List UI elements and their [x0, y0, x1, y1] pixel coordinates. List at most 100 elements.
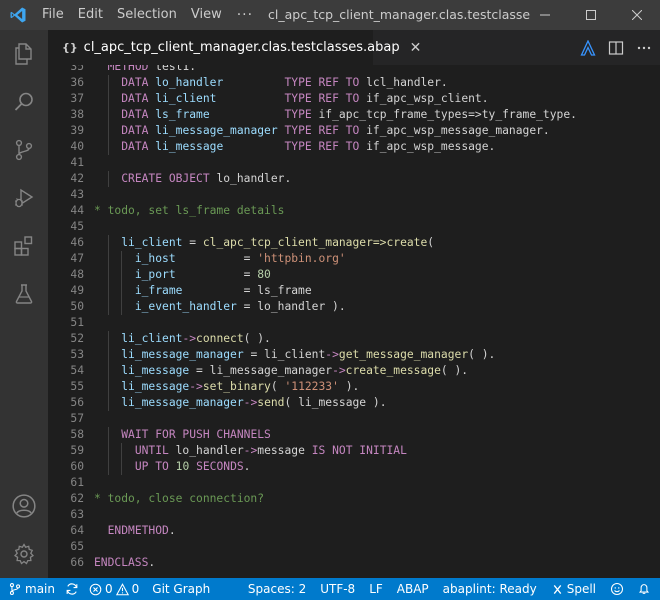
code-line[interactable]: 38 DATA ls_frame TYPE if_apc_tcp_frame_t…: [48, 107, 660, 123]
indent-guide: [107, 363, 109, 379]
line-number: 41: [70, 156, 84, 169]
code-line[interactable]: 46 li_client = cl_apc_tcp_client_manager…: [48, 235, 660, 251]
more-menu-button[interactable]: ···: [229, 0, 261, 30]
code-line[interactable]: 39 DATA li_message_manager TYPE REF TO i…: [48, 123, 660, 139]
indent-guide: [107, 251, 109, 267]
code-line[interactable]: 36 DATA lo_handler TYPE REF TO lcl_handl…: [48, 75, 660, 91]
code-line[interactable]: 59 UNTIL lo_handler->message IS NOT INIT…: [48, 443, 660, 459]
language-mode-button[interactable]: ABAP: [390, 578, 436, 600]
split-editor-icon[interactable]: [608, 40, 624, 56]
indent-guide: [121, 459, 123, 475]
code-line[interactable]: 48 i_port = 80: [48, 267, 660, 283]
line-number: 42: [70, 172, 84, 185]
menu-edit[interactable]: Edit: [71, 0, 110, 30]
code-line[interactable]: 54 li_message = li_message_manager->crea…: [48, 363, 660, 379]
code-line[interactable]: 50 i_event_handler = lo_handler ).: [48, 299, 660, 315]
notifications-button[interactable]: [631, 578, 660, 600]
code-line[interactable]: 55 li_message->set_binary( '112233' ).: [48, 379, 660, 395]
vscode-logo-icon: [0, 0, 35, 30]
tab-testclasses-file[interactable]: {} cl_apc_tcp_client_manager.clas.testcl…: [48, 30, 421, 65]
indent-guide: [107, 331, 109, 347]
run-debug-button[interactable]: [0, 174, 48, 222]
abaplint-logo-icon[interactable]: [580, 39, 596, 56]
search-button[interactable]: [0, 78, 48, 126]
line-code: * todo, set ls_frame details: [94, 204, 285, 217]
line-number: 53: [70, 348, 84, 361]
problems-indicator[interactable]: 0 0: [84, 578, 144, 600]
feedback-button[interactable]: [603, 578, 631, 600]
code-line[interactable]: 43: [48, 187, 660, 203]
line-number: 51: [70, 316, 84, 329]
encoding-button[interactable]: UTF-8: [313, 578, 362, 600]
git-graph-button[interactable]: Git Graph: [144, 578, 215, 600]
code-editor[interactable]: 35 METHOD test1. 36 DATA lo_handler TYPE …: [48, 65, 660, 578]
code-line[interactable]: 56 li_message_manager->send( li_message …: [48, 395, 660, 411]
code-line[interactable]: 42 CREATE OBJECT lo_handler.: [48, 171, 660, 187]
eol-button[interactable]: LF: [362, 578, 390, 600]
code-line[interactable]: 49 i_frame = ls_frame: [48, 283, 660, 299]
line-number: 52: [70, 332, 84, 345]
code-line[interactable]: 66 ENDCLASS.: [48, 555, 660, 571]
code-line[interactable]: 35 METHOD test1.: [48, 65, 660, 75]
line-code: * todo, close connection?: [94, 492, 265, 505]
tab-close-icon[interactable]: ✕: [410, 40, 422, 56]
warning-count: 0: [131, 582, 140, 596]
line-number: 65: [70, 540, 84, 553]
indent-guide: [121, 251, 123, 267]
abaplint-status[interactable]: abaplint: Ready: [436, 578, 544, 600]
spell-button[interactable]: Spell: [544, 578, 603, 600]
run-debug-icon: [15, 188, 34, 208]
indent-guide: [121, 299, 123, 315]
search-icon: [14, 92, 33, 111]
code-line[interactable]: 64 ENDMETHOD.: [48, 523, 660, 539]
source-control-button[interactable]: [0, 126, 48, 174]
manage-button[interactable]: [0, 530, 48, 578]
code-line[interactable]: 51: [48, 315, 660, 331]
testing-button[interactable]: [0, 270, 48, 318]
menu-file[interactable]: File: [35, 0, 71, 30]
accounts-button[interactable]: [0, 482, 48, 530]
code-line[interactable]: 37 DATA li_client TYPE REF TO if_apc_wsp…: [48, 91, 660, 107]
indent-guide: [107, 267, 109, 283]
line-number: 38: [70, 108, 84, 121]
indent-guide: [107, 379, 109, 395]
indent-guide: [107, 443, 109, 459]
code-line[interactable]: 60 UP TO 10 SECONDS.: [48, 459, 660, 475]
line-number: 56: [70, 396, 84, 409]
code-line[interactable]: 45: [48, 219, 660, 235]
code-line[interactable]: 41: [48, 155, 660, 171]
more-actions-icon[interactable]: [636, 40, 652, 56]
files-icon: [15, 43, 32, 65]
code-line[interactable]: 40 DATA li_message TYPE REF TO if_apc_ws…: [48, 139, 660, 155]
explorer-button[interactable]: [0, 30, 48, 78]
code-line[interactable]: 57: [48, 411, 660, 427]
indentation-button[interactable]: Spaces: 2: [241, 578, 313, 600]
extensions-button[interactable]: [0, 222, 48, 270]
indent-guide: [107, 107, 109, 123]
close-window-button[interactable]: [614, 0, 660, 30]
code-line[interactable]: 47 i_host = 'httpbin.org': [48, 251, 660, 267]
code-line[interactable]: 52 li_client->connect( ).: [48, 331, 660, 347]
account-icon: [12, 494, 36, 518]
line-code: li_client->connect( ).: [121, 332, 271, 345]
line-number: 50: [70, 300, 84, 313]
line-number: 66: [70, 556, 84, 569]
code-line[interactable]: 61: [48, 475, 660, 491]
menu-view[interactable]: View: [184, 0, 229, 30]
indent-guide: [121, 443, 123, 459]
code-line[interactable]: 44 * todo, set ls_frame details: [48, 203, 660, 219]
code-line[interactable]: 62 * todo, close connection?: [48, 491, 660, 507]
code-line[interactable]: 63: [48, 507, 660, 523]
line-code: DATA li_message TYPE REF TO if_apc_wsp_m…: [121, 140, 496, 153]
sync-button[interactable]: [60, 578, 84, 600]
code-line[interactable]: 53 li_message_manager = li_client->get_m…: [48, 347, 660, 363]
code-line[interactable]: 58 WAIT FOR PUSH CHANNELS: [48, 427, 660, 443]
line-code: i_frame = ls_frame: [134, 284, 312, 297]
minimize-button[interactable]: [522, 0, 568, 30]
indent-guide: [107, 347, 109, 363]
branch-indicator[interactable]: main: [0, 578, 60, 600]
maximize-button[interactable]: [568, 0, 614, 30]
code-line[interactable]: 65: [48, 539, 660, 555]
line-code: li_message_manager = li_client->get_mess…: [121, 348, 496, 361]
menu-selection[interactable]: Selection: [110, 0, 184, 30]
